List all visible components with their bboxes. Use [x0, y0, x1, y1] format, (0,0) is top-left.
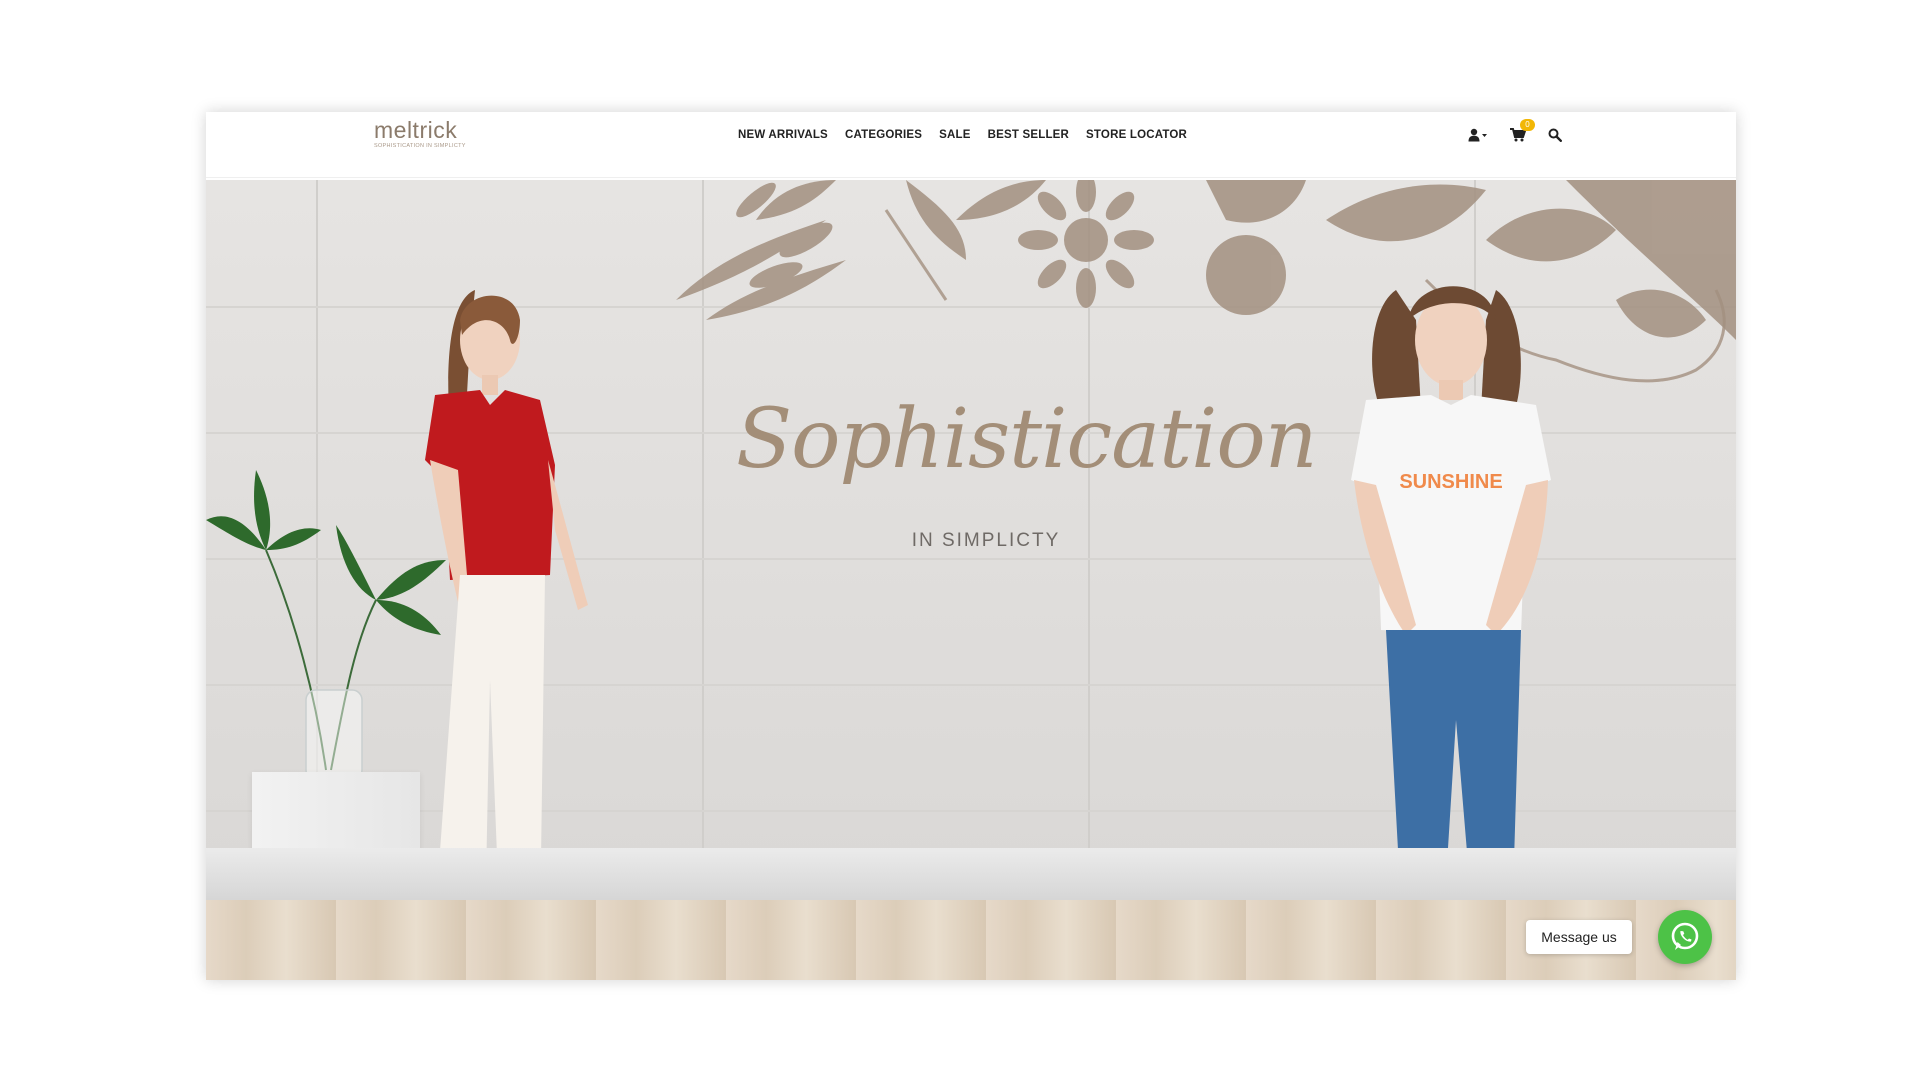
cart-button[interactable]: 0 — [1510, 119, 1535, 142]
search-button[interactable] — [1548, 128, 1562, 142]
brand-name: meltrick — [374, 117, 458, 143]
baseboard — [206, 848, 1736, 900]
whatsapp-chat-button[interactable] — [1658, 910, 1712, 964]
hero-title: Sophistication — [736, 392, 1318, 487]
browser-frame: meltrick SOPHISTICATION IN SIMPLICTY NEW… — [206, 112, 1736, 980]
account-button[interactable] — [1468, 128, 1488, 142]
site-header: meltrick SOPHISTICATION IN SIMPLICTY NEW… — [206, 112, 1736, 178]
nav-best-seller[interactable]: BEST SELLER — [988, 129, 1069, 141]
cart-count-badge: 0 — [1520, 119, 1535, 131]
main-nav: NEW ARRIVALS CATEGORIES SALE BEST SELLER… — [738, 124, 1187, 146]
tee-print-text: SUNSHINE — [1399, 471, 1502, 493]
brand-logo[interactable]: meltrick SOPHISTICATION IN SIMPLICTY — [374, 116, 466, 149]
message-us-label[interactable]: Message us — [1526, 920, 1632, 954]
nav-new-arrivals[interactable]: NEW ARRIVALS — [738, 129, 828, 141]
nav-categories[interactable]: CATEGORIES — [845, 129, 922, 141]
brand-tagline: SOPHISTICATION IN SIMPLICTY — [374, 143, 466, 149]
nav-sale[interactable]: SALE — [939, 129, 970, 141]
hero-subtitle: IN SIMPLICTY — [911, 530, 1061, 551]
hero-banner[interactable]: Sophistication IN SIMPLICTY SUNSHINE Mes… — [206, 180, 1736, 980]
user-icon — [1468, 128, 1487, 142]
wooden-floor — [206, 900, 1736, 980]
nav-store-locator[interactable]: STORE LOCATOR — [1086, 129, 1187, 141]
whatsapp-icon — [1671, 922, 1699, 950]
header-icons: 0 — [1468, 119, 1562, 146]
search-icon — [1548, 128, 1562, 142]
